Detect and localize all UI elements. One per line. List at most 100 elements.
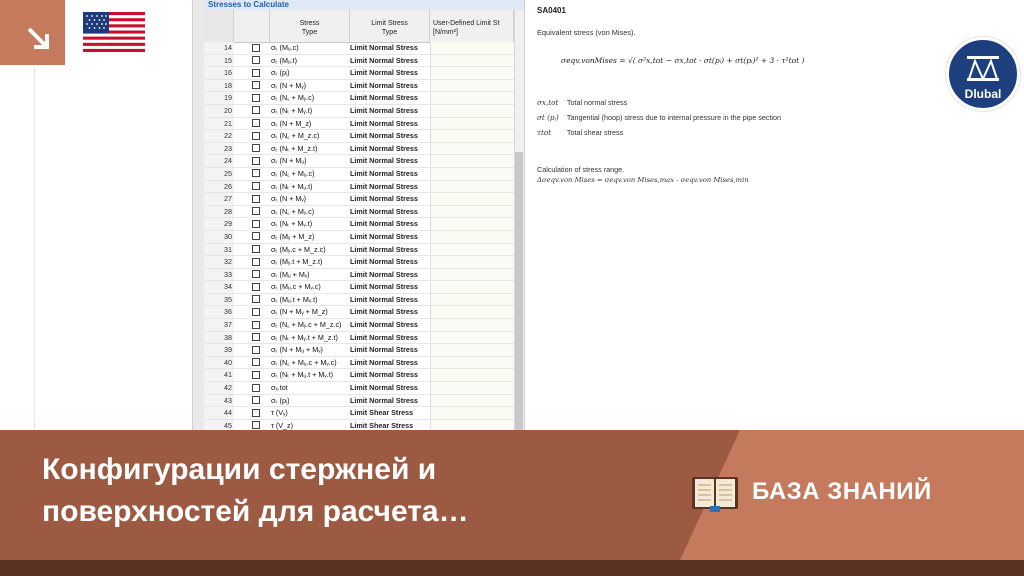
article-title[interactable]: Конфигурации стержней и поверхностей для… — [42, 449, 642, 533]
limit-stress-type-cell[interactable]: Limit Normal Stress — [350, 206, 428, 218]
row-checkbox[interactable] — [252, 421, 260, 430]
limit-stress-type-cell[interactable]: Limit Normal Stress — [350, 306, 428, 318]
limit-stress-type-cell[interactable]: Limit Normal Stress — [350, 105, 428, 117]
row-checkbox[interactable] — [252, 169, 260, 178]
table-row[interactable]: 14 σₜ (Mᵤ.c) Limit Normal Stress — [204, 42, 515, 55]
user-defined-limit-cell[interactable] — [430, 268, 515, 281]
table-row[interactable]: 15 σₜ (Mᵤ.t) Limit Normal Stress — [204, 54, 515, 68]
row-checkbox[interactable] — [252, 307, 260, 316]
row-checkbox[interactable] — [252, 232, 260, 241]
limit-stress-type-cell[interactable]: Limit Normal Stress — [350, 231, 428, 243]
row-checkbox[interactable] — [252, 68, 260, 77]
user-defined-limit-cell[interactable] — [430, 419, 515, 430]
user-defined-limit-cell[interactable] — [430, 281, 515, 293]
row-checkbox[interactable] — [252, 282, 260, 291]
knowledge-base-label[interactable]: БАЗА ЗНАНИЙ — [752, 478, 932, 506]
user-defined-limit-cell[interactable] — [430, 142, 515, 155]
limit-stress-type-cell[interactable]: Limit Normal Stress — [350, 281, 428, 293]
user-defined-limit-cell[interactable] — [430, 369, 515, 382]
user-defined-limit-cell[interactable] — [430, 167, 515, 180]
user-defined-limit-cell[interactable] — [430, 79, 515, 92]
limit-stress-type-cell[interactable]: Limit Normal Stress — [350, 269, 428, 281]
row-checkbox[interactable] — [252, 396, 260, 405]
row-checkbox[interactable] — [252, 207, 260, 216]
table-row[interactable]: 37 σₜ (N꜀ + Mᵧ.c + M_z.c) Limit Normal Str… — [204, 319, 515, 332]
table-row[interactable]: 25 σₜ (N꜀ + Mᵤ.c) Limit Normal Stress — [204, 167, 515, 181]
row-checkbox[interactable] — [252, 358, 260, 367]
scrollbar-thumb[interactable] — [515, 152, 523, 430]
limit-stress-type-cell[interactable]: Limit Normal Stress — [350, 181, 428, 193]
limit-stress-type-cell[interactable]: Limit Normal Stress — [350, 92, 428, 104]
limit-stress-type-cell[interactable]: Limit Normal Stress — [350, 294, 428, 306]
table-row[interactable]: 38 σₜ (Nₜ + Mᵧ.t + M_z.t) Limit Normal Str… — [204, 331, 515, 345]
row-checkbox[interactable] — [252, 182, 260, 191]
row-checkbox[interactable] — [252, 131, 260, 140]
row-checkbox[interactable] — [252, 383, 260, 392]
user-defined-limit-cell[interactable] — [430, 344, 515, 356]
table-row[interactable]: 41 σₜ (Nₜ + Mᵤ.t + Mᵥ.t) Limit Normal Stre… — [204, 369, 515, 383]
row-checkbox[interactable] — [252, 245, 260, 253]
table-row[interactable]: 24 σₜ (N + Mᵤ) Limit Normal Stress — [204, 155, 515, 168]
user-defined-limit-cell[interactable] — [430, 130, 515, 142]
user-defined-limit-cell[interactable] — [430, 218, 515, 230]
user-defined-limit-cell[interactable] — [430, 67, 515, 79]
table-row[interactable]: 34 σₜ (Mᵤ.c + Mᵥ.c) Limit Normal Stress — [204, 281, 515, 294]
table-row[interactable]: 31 σₜ (Mᵧ.c + M_z.c) Limit Normal Stress — [204, 243, 515, 257]
user-defined-limit-cell[interactable] — [430, 243, 515, 256]
header-stress-type[interactable]: Stress Type — [270, 10, 350, 42]
header-user-defined-limit[interactable]: User-Defined Limit St [N/mm²] — [430, 10, 514, 42]
user-defined-limit-cell[interactable] — [430, 104, 515, 117]
user-defined-limit-cell[interactable] — [430, 331, 515, 344]
row-checkbox[interactable] — [252, 106, 260, 115]
table-row[interactable]: 45 τ (V_z) Limit Shear Stress — [204, 419, 515, 430]
user-defined-limit-cell[interactable] — [430, 394, 515, 407]
table-row[interactable]: 23 σₜ (Nₜ + M_z.t) Limit Normal Stress — [204, 142, 515, 156]
user-defined-limit-cell[interactable] — [430, 180, 515, 193]
user-defined-limit-cell[interactable] — [430, 193, 515, 205]
user-defined-limit-cell[interactable] — [430, 319, 515, 331]
user-defined-limit-cell[interactable] — [430, 92, 515, 104]
table-row[interactable]: 35 σₜ (Mᵤ.t + Mᵥ.t) Limit Normal Stress — [204, 293, 515, 307]
table-row[interactable]: 29 σₜ (Nₜ + Mᵥ.t) Limit Normal Stress — [204, 218, 515, 231]
limit-stress-type-cell[interactable]: Limit Normal Stress — [350, 382, 428, 394]
arrow-tile[interactable] — [0, 0, 65, 65]
table-row[interactable]: 22 σₜ (N꜀ + M_z.c) Limit Normal Stress — [204, 130, 515, 143]
user-defined-limit-cell[interactable] — [430, 230, 515, 243]
table-row[interactable]: 36 σₜ (N + Mᵧ + M_z) Limit Normal Stress — [204, 306, 515, 320]
language-tile[interactable] — [66, 0, 162, 65]
limit-stress-type-cell[interactable]: Limit Normal Stress — [350, 332, 428, 344]
row-checkbox[interactable] — [252, 270, 260, 279]
user-defined-limit-cell[interactable] — [430, 117, 515, 130]
row-checkbox[interactable] — [252, 81, 260, 90]
user-defined-limit-cell[interactable] — [430, 356, 515, 369]
table-row[interactable]: 43 σₜ (pᵢ) Limit Normal Stress — [204, 394, 515, 408]
limit-stress-type-cell[interactable]: Limit Normal Stress — [350, 155, 428, 167]
limit-stress-type-cell[interactable]: Limit Normal Stress — [350, 143, 428, 155]
table-row[interactable]: 30 σₜ (Mᵧ + M_z) Limit Normal Stress — [204, 230, 515, 244]
limit-stress-type-cell[interactable]: Limit Normal Stress — [350, 118, 428, 130]
table-row[interactable]: 28 σₜ (N꜀ + Mᵥ.c) Limit Normal Stress — [204, 205, 515, 219]
row-checkbox[interactable] — [252, 370, 260, 379]
header-limit-stress-type[interactable]: Limit Stress Type — [350, 10, 430, 42]
table-row[interactable]: 33 σₜ (Mᵤ + Mᵥ) Limit Normal Stress — [204, 268, 515, 282]
limit-stress-type-cell[interactable]: Limit Normal Stress — [350, 193, 428, 205]
limit-stress-type-cell[interactable]: Limit Normal Stress — [350, 395, 428, 407]
row-checkbox[interactable] — [252, 333, 260, 342]
row-checkbox[interactable] — [252, 320, 260, 329]
user-defined-limit-cell[interactable] — [430, 382, 515, 394]
limit-stress-type-cell[interactable]: Limit Normal Stress — [350, 130, 428, 142]
limit-stress-type-cell[interactable]: Limit Normal Stress — [350, 55, 428, 67]
row-checkbox[interactable] — [252, 345, 260, 354]
limit-stress-type-cell[interactable]: Limit Normal Stress — [350, 244, 428, 256]
limit-stress-type-cell[interactable]: Limit Normal Stress — [350, 256, 428, 268]
row-checkbox[interactable] — [252, 43, 260, 52]
table-row[interactable]: 44 τ (Vᵧ) Limit Shear Stress — [204, 407, 515, 420]
row-checkbox[interactable] — [252, 119, 260, 128]
limit-stress-type-cell[interactable]: Limit Shear Stress — [350, 420, 428, 430]
row-checkbox[interactable] — [252, 144, 260, 153]
user-defined-limit-cell[interactable] — [430, 205, 515, 218]
table-row[interactable]: 19 σₜ (N꜀ + Mᵧ.c) Limit Normal Stress — [204, 92, 515, 105]
row-checkbox[interactable] — [252, 156, 260, 165]
limit-stress-type-cell[interactable]: Limit Normal Stress — [350, 369, 428, 381]
user-defined-limit-cell[interactable] — [430, 42, 515, 54]
